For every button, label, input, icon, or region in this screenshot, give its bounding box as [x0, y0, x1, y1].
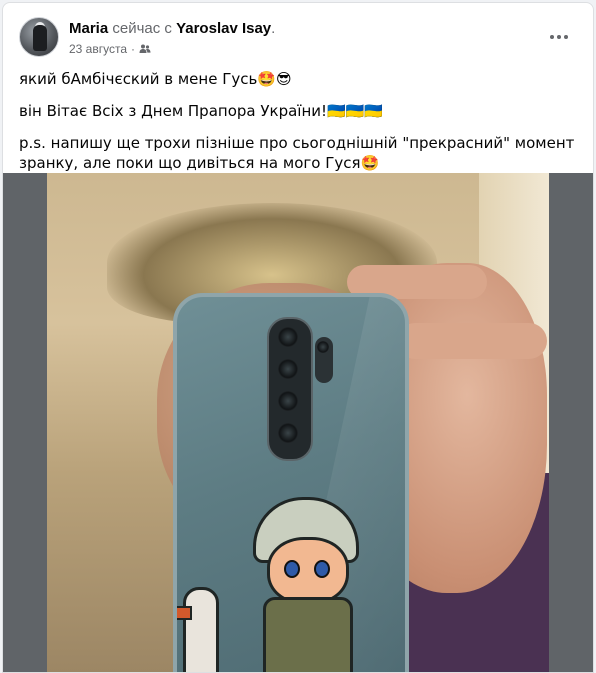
tagged-suffix: . — [271, 20, 276, 37]
camera-lens-1 — [278, 327, 298, 347]
photo-finger-2 — [397, 323, 547, 359]
more-dot-2 — [557, 35, 561, 39]
more-dot-3 — [564, 35, 568, 39]
sticker-armor — [263, 597, 353, 672]
post-line-3: p.s. напишу ще трохи пізніше про сьогодн… — [19, 134, 575, 172]
post-line-2: він Вітає Всіх з Днем Прапора України!🇺🇦… — [19, 102, 384, 120]
goose-beak — [177, 606, 192, 620]
flash-lens — [317, 341, 329, 353]
camera-lens-3 — [278, 391, 298, 411]
sticker-face — [267, 537, 349, 605]
author-name[interactable]: Maria — [69, 20, 108, 37]
post-line-1: який бАмбічєский в мене Гусь🤩😎 — [19, 70, 292, 88]
friends-icon[interactable] — [139, 43, 151, 55]
post-photo[interactable] — [47, 173, 549, 672]
phone-case — [173, 293, 409, 672]
soldier-sticker — [177, 497, 373, 672]
more-dot-1 — [550, 35, 554, 39]
avatar-figure — [33, 25, 47, 51]
post-card: Maria сейчас с Yaroslav Isay. 23 августа… — [2, 2, 594, 673]
avatar[interactable] — [19, 17, 59, 57]
post-photo-frame[interactable] — [3, 173, 593, 672]
sticker-eye-right — [314, 560, 330, 578]
post-text: який бАмбічєский в мене Гусь🤩😎 він Вітає… — [19, 69, 577, 173]
camera-lens-2 — [278, 359, 298, 379]
goose-figure — [177, 587, 219, 672]
post-date[interactable]: 23 августа — [69, 41, 127, 57]
connector-label: сейчас с — [112, 20, 172, 37]
camera-lens-4 — [278, 423, 298, 443]
post-date-line: 23 августа · — [69, 41, 151, 57]
sticker-eye-left — [284, 560, 300, 578]
flash-module — [315, 337, 333, 383]
connector-text: сейчас с — [112, 20, 176, 37]
more-options-button[interactable] — [541, 23, 577, 51]
post-header: Maria сейчас с Yaroslav Isay. 23 августа… — [19, 17, 577, 61]
tagged-name[interactable]: Yaroslav Isay — [176, 20, 271, 37]
author-line: Maria сейчас с Yaroslav Isay. — [69, 19, 275, 38]
separator-dot: · — [131, 42, 136, 56]
camera-module — [267, 317, 313, 461]
